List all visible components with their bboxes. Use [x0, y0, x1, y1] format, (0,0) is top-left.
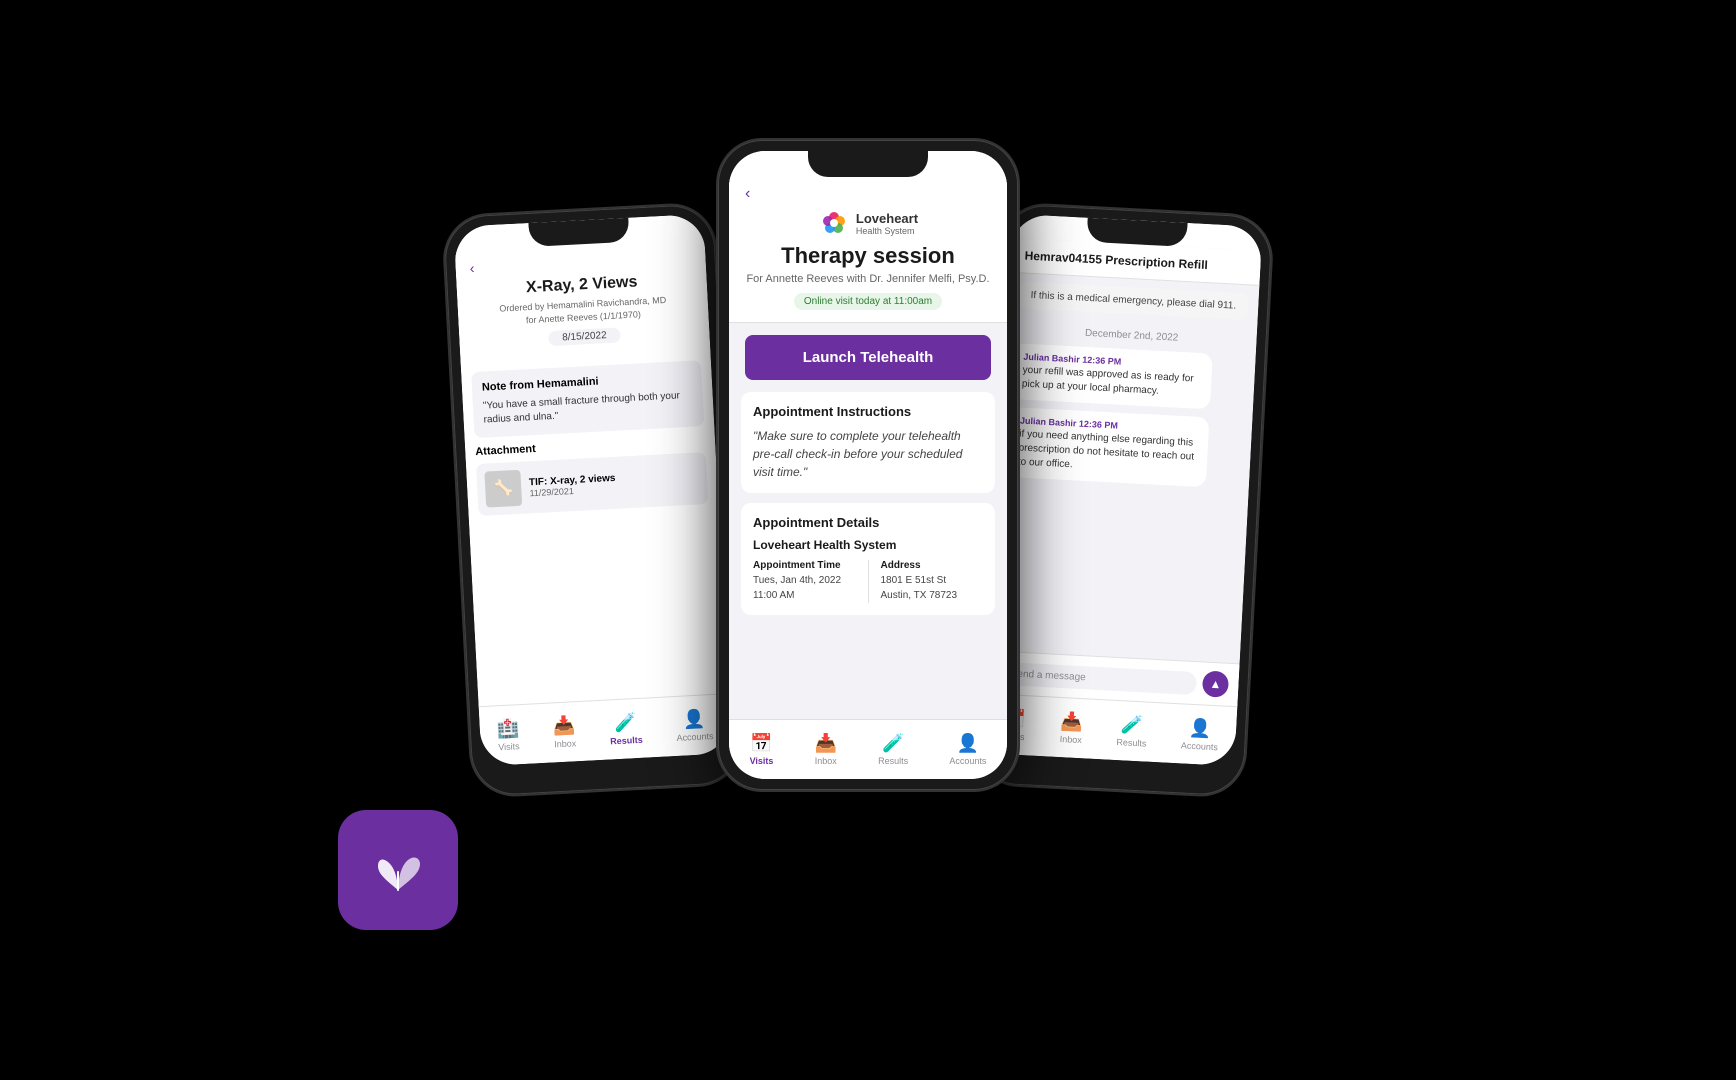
appt-time-label: Appointment Time: [753, 560, 856, 571]
chat-messages: Julian Bashir 12:36 PM your refill was a…: [990, 343, 1256, 664]
attachment-thumbnail: 🦴: [484, 470, 522, 508]
accounts-icon: 👤: [682, 708, 705, 730]
details-card: Appointment Details Loveheart Health Sys…: [741, 503, 995, 615]
inbox-icon-center: 📥: [815, 733, 837, 754]
nav-accounts-right[interactable]: 👤 Accounts: [1172, 713, 1227, 757]
logo-sub: Health System: [856, 226, 918, 236]
chat-bubble-1: Julian Bashir 12:36 PM your refill was a…: [1011, 343, 1213, 409]
instructions-card: Appointment Instructions "Make sure to c…: [741, 392, 995, 493]
back-button-center[interactable]: ‹: [745, 185, 750, 203]
inbox-icon: 📥: [553, 715, 576, 737]
emergency-banner: If this is a medical emergency, please d…: [1018, 281, 1249, 320]
online-badge: Online visit today at 11:00am: [794, 293, 942, 310]
note-card: Note from Hemamalini "You have a small f…: [471, 360, 704, 438]
launch-telehealth-button[interactable]: Launch Telehealth: [745, 335, 991, 380]
nav-accounts-left[interactable]: 👤 Accounts: [667, 704, 722, 748]
logo-flower-icon: [818, 207, 850, 239]
nav-visits-left[interactable]: 🏥 Visits: [488, 714, 529, 757]
provider-name: Loveheart Health System: [753, 538, 983, 552]
therapy-subtitle: For Annette Reeves with Dr. Jennifer Mel…: [746, 273, 989, 285]
app-scene: ‹ X-Ray, 2 Views Ordered by Hemamalini R…: [418, 90, 1318, 990]
nav-inbox-center[interactable]: 📥 Inbox: [807, 729, 845, 770]
app-icon: [338, 810, 458, 930]
instructions-quote: "Make sure to complete your telehealth p…: [753, 427, 983, 481]
phone-left: ‹ X-Ray, 2 Views Ordered by Hemamalini R…: [443, 203, 743, 796]
results-icon-center: 🧪: [882, 733, 904, 754]
chat-bubble-2: Julian Bashir 12:36 PM if you need anyth…: [1007, 407, 1209, 487]
nav-results-center[interactable]: 🧪 Results: [870, 729, 916, 770]
note-text: "You have a small fracture through both …: [483, 389, 694, 428]
phone-right: Hemrav04155 Prescription Refill If this …: [973, 203, 1273, 796]
nav-results-left[interactable]: 🧪 Results: [601, 707, 652, 750]
logo-name: Loveheart: [856, 211, 918, 226]
bottom-nav-left: 🏥 Visits 📥 Inbox 🧪 Results 👤 Accounts: [479, 693, 732, 766]
chat-text-2: if you need anything else regarding this…: [1017, 427, 1198, 478]
results-icon-right: 🧪: [1121, 714, 1144, 736]
nav-inbox-left[interactable]: 📥 Inbox: [544, 711, 585, 754]
address-label: Address: [881, 560, 984, 571]
visits-icon: 🏥: [496, 718, 519, 740]
accounts-icon-right: 👤: [1189, 718, 1212, 740]
accounts-icon-center: 👤: [957, 733, 979, 754]
rx-title: Hemrav04155 Prescription Refill: [1024, 249, 1246, 275]
nav-inbox-right[interactable]: 📥 Inbox: [1051, 707, 1092, 750]
bottom-nav-right: 📅 Visits 📥 Inbox 🧪 Results 👤 Accounts: [985, 693, 1238, 766]
address-value: 1801 E 51st St Austin, TX 78723: [881, 573, 984, 603]
attachment-section: Attachment 🦴 TIF: X-ray, 2 views 11/29/2…: [475, 434, 708, 516]
instructions-title: Appointment Instructions: [753, 404, 983, 419]
phone-center: ‹ Lovehea: [718, 140, 1018, 790]
center-header: ‹ Lovehea: [729, 177, 1007, 323]
details-grid: Appointment Time Tues, Jan 4th, 2022 11:…: [753, 560, 983, 603]
loveheart-logo: Loveheart Health System: [818, 207, 918, 239]
send-button[interactable]: ▲: [1202, 670, 1229, 697]
nav-visits-center[interactable]: 📅 Visits: [742, 729, 782, 770]
results-icon: 🧪: [614, 712, 637, 734]
therapy-title: Therapy session: [781, 243, 955, 269]
nav-results-right[interactable]: 🧪 Results: [1108, 710, 1156, 753]
bottom-nav-center: 📅 Visits 📥 Inbox 🧪 Results 👤 Accounts: [729, 719, 1007, 779]
nav-accounts-center[interactable]: 👤 Accounts: [941, 729, 994, 770]
xray-date: 8/15/2022: [548, 328, 621, 347]
attachment-item[interactable]: 🦴 TIF: X-ray, 2 views 11/29/2021: [476, 452, 708, 516]
inbox-icon-right: 📥: [1060, 711, 1083, 733]
visits-icon-center: 📅: [750, 733, 772, 754]
appt-time-value: Tues, Jan 4th, 2022 11:00 AM: [753, 573, 856, 603]
details-title: Appointment Details: [753, 515, 983, 530]
message-input-placeholder: Send a message: [998, 661, 1197, 694]
